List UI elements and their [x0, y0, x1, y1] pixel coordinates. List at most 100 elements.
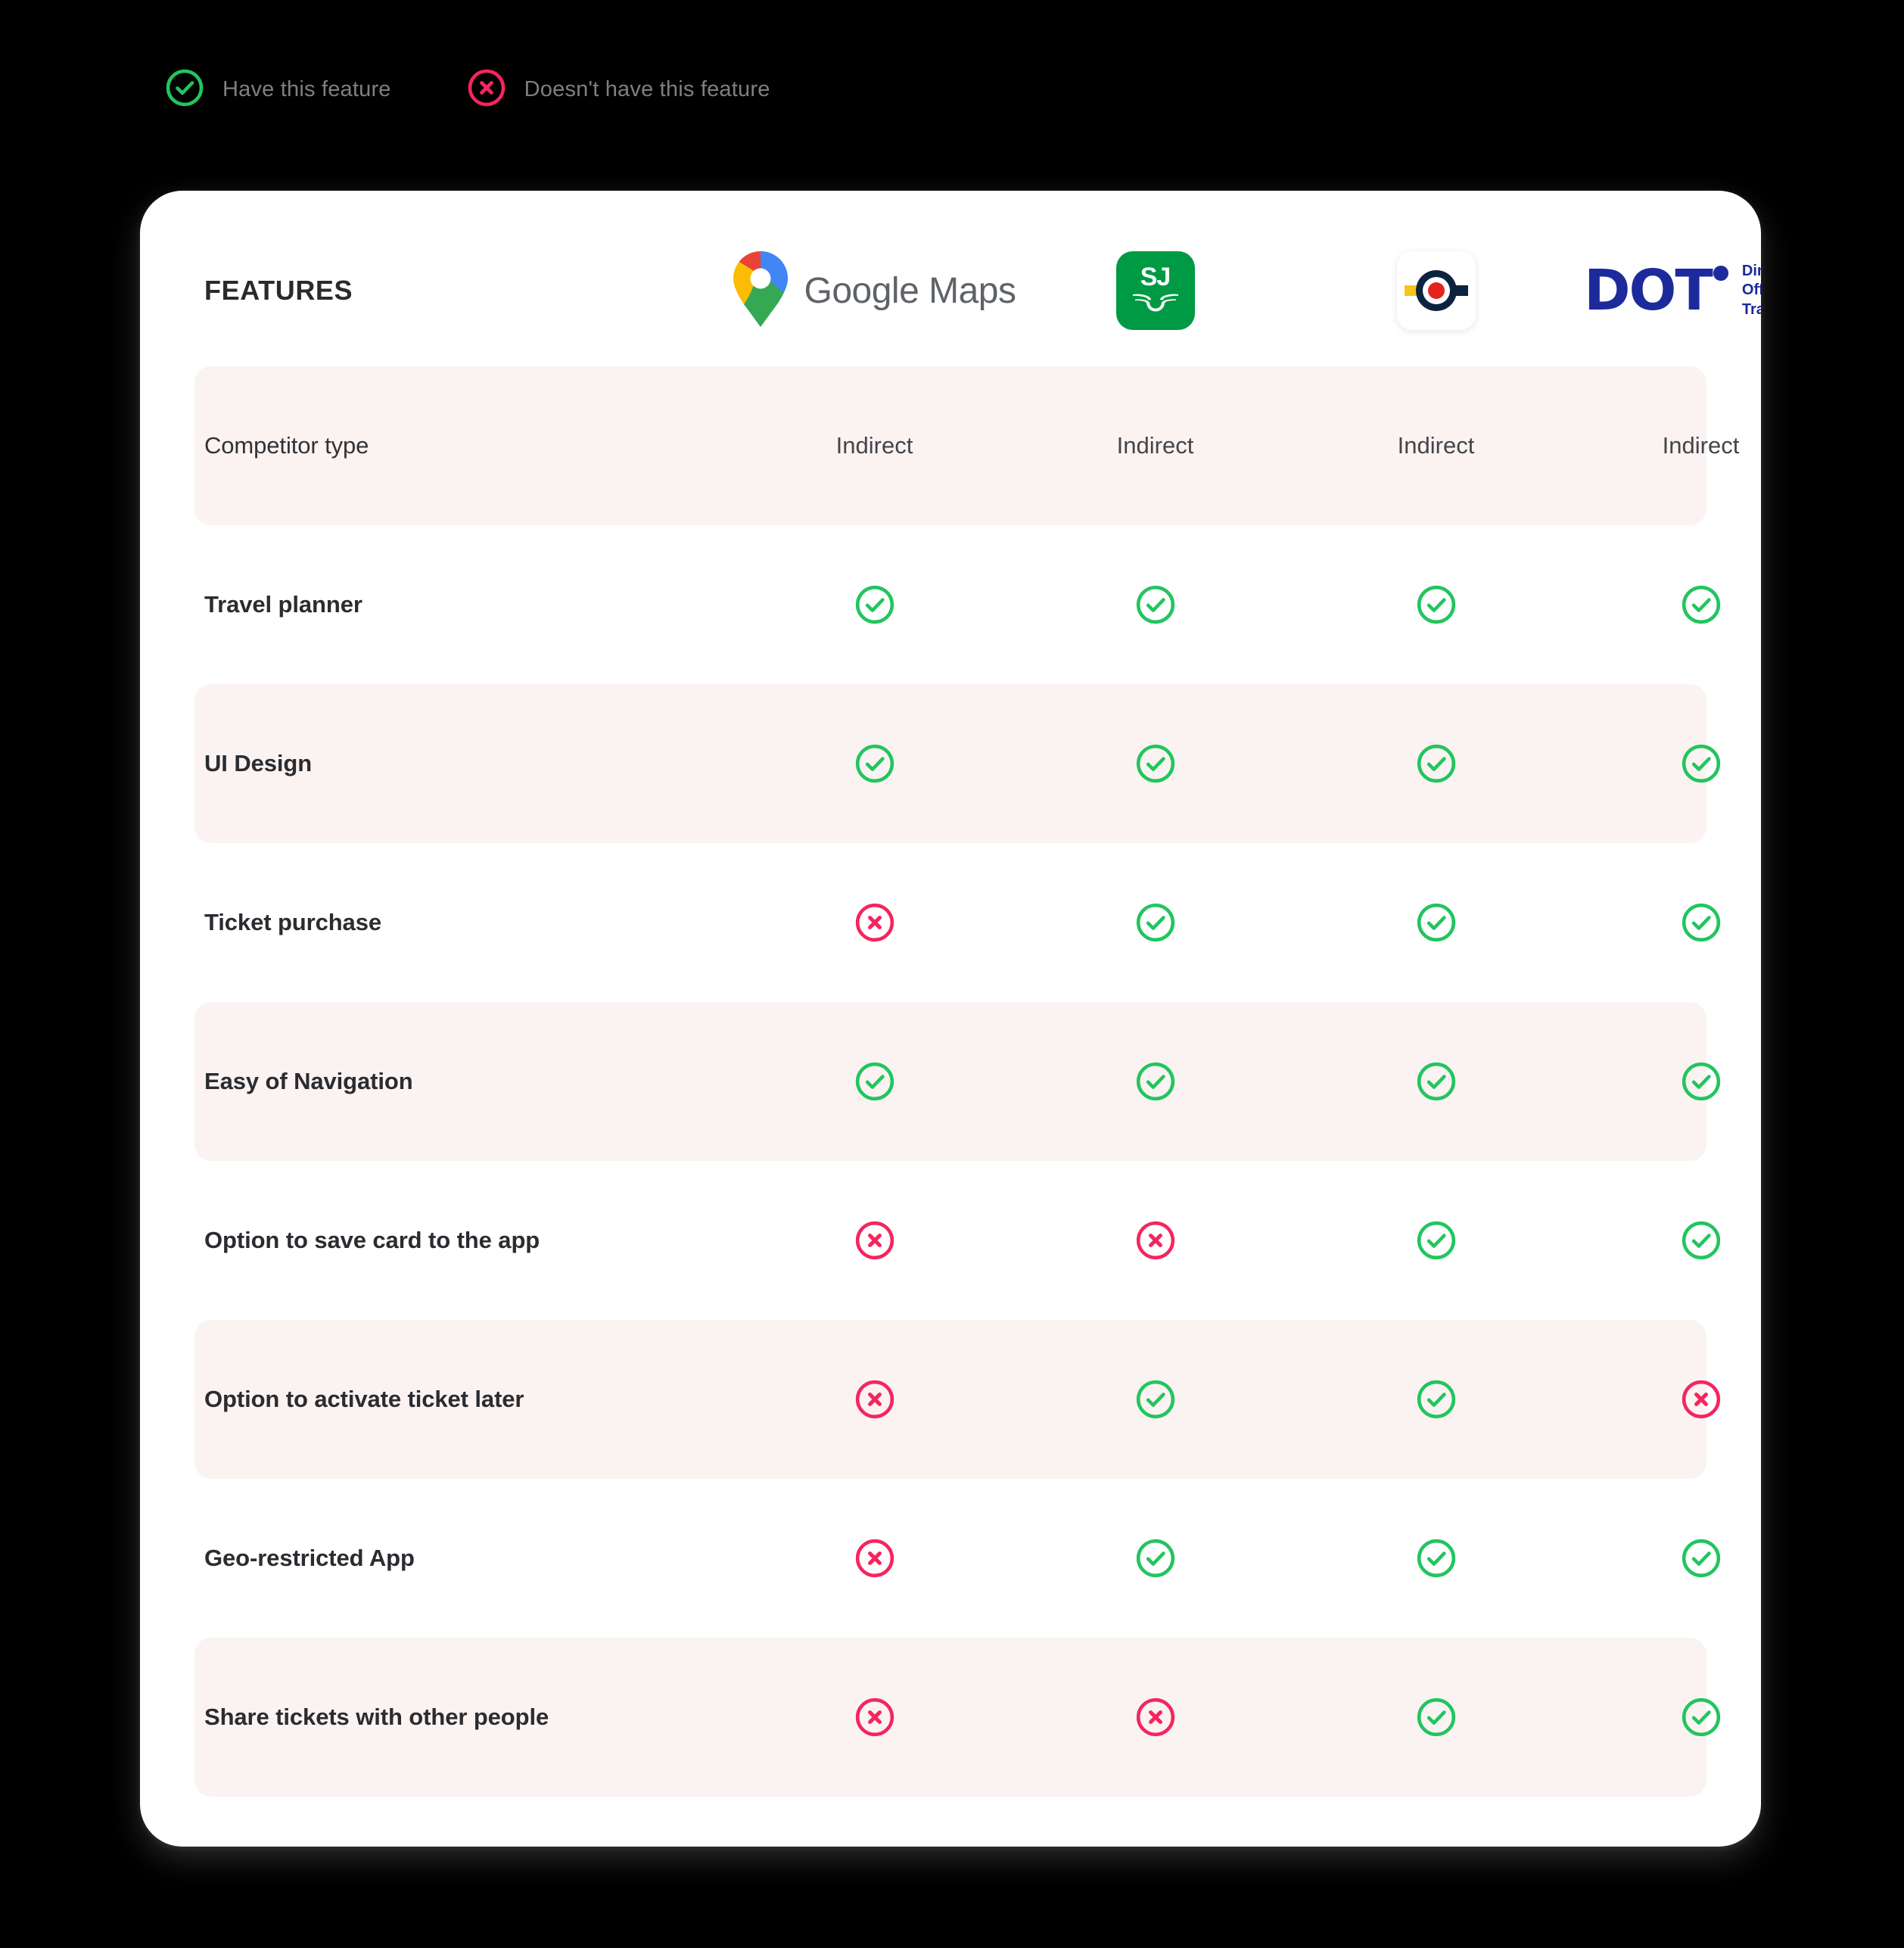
table-row: Option to save card to the app: [194, 1161, 1720, 1320]
cell-movia: [1296, 584, 1576, 625]
cell-google-maps: [734, 1538, 1015, 1579]
cross-circle-icon: [855, 1380, 894, 1419]
cell-google-maps: [734, 1220, 1015, 1261]
dot-accent-dot-icon: [1713, 266, 1728, 281]
cell-google-maps: [734, 1061, 1015, 1102]
cross-circle-icon: [1682, 1380, 1720, 1419]
check-circle-icon: [1682, 744, 1720, 783]
cell-sj: [1015, 1538, 1296, 1579]
row-label: UI Design: [204, 750, 313, 776]
check-circle-icon: [1417, 744, 1455, 783]
table-header-row: FEATURES Google Maps SJ DOT Di Of Tra: [140, 215, 1761, 366]
legend: Have this feature Doesn't have this feat…: [165, 68, 770, 111]
cell-google-maps: [734, 902, 1015, 943]
cross-circle-icon: [1136, 1221, 1174, 1260]
cell-value: Indirect: [835, 432, 913, 459]
table-row: Easy of Navigation: [194, 1002, 1720, 1161]
cell-google-maps: [734, 1379, 1015, 1420]
google-maps-wordmark: Google Maps: [804, 270, 1017, 312]
check-circle-icon: [855, 744, 894, 783]
check-circle-icon: [1417, 1380, 1455, 1419]
check-circle-icon: [1136, 585, 1174, 624]
cell-sj: [1015, 1220, 1296, 1261]
comparison-table-card: FEATURES Google Maps SJ DOT Di Of Tra Co…: [140, 191, 1761, 1847]
cell-sj: [1015, 743, 1296, 784]
legend-label-missing: Doesn't have this feature: [524, 77, 770, 101]
cell-dot: [1576, 584, 1761, 625]
row-label: Easy of Navigation: [204, 1068, 413, 1094]
cell-sj: [1015, 1697, 1296, 1738]
cell-sj: [1015, 1379, 1296, 1420]
sj-wing-icon: [1131, 291, 1180, 317]
row-label: Option to save card to the app: [204, 1227, 540, 1253]
check-circle-icon: [1682, 1221, 1720, 1260]
cell-dot: [1576, 1379, 1761, 1420]
row-label: Option to activate ticket later: [204, 1386, 524, 1412]
table-row: Option to activate ticket later: [194, 1320, 1720, 1479]
cell-value: Indirect: [1662, 432, 1740, 459]
features-column-title: FEATURES: [204, 275, 353, 306]
legend-item-have: Have this feature: [165, 68, 391, 111]
cell-movia: Indirect: [1296, 432, 1576, 459]
cell-value: Indirect: [1397, 432, 1475, 459]
google-maps-word-maps: Maps: [929, 270, 1016, 311]
brand-header-sj: SJ: [1015, 215, 1296, 366]
table-row: Competitor type Indirect Indirect Indirect I…: [194, 366, 1739, 525]
check-circle-icon: [1136, 1062, 1174, 1101]
cross-circle-icon: [467, 68, 506, 111]
check-circle-icon: [1136, 1380, 1174, 1419]
check-circle-icon: [855, 585, 894, 624]
sj-wordmark: SJ: [1140, 263, 1171, 291]
cell-google-maps: [734, 1697, 1015, 1738]
dot-tagline-line-3: Transport: [1741, 300, 1761, 318]
cell-sj: [1015, 1061, 1296, 1102]
row-label: Travel planner: [204, 591, 362, 618]
brand-header-google-maps: Google Maps: [733, 215, 1017, 366]
check-circle-icon: [1417, 1697, 1455, 1737]
table-row: Geo-restricted App: [194, 1479, 1720, 1638]
legend-item-missing: Doesn't have this feature: [467, 68, 770, 111]
dot-wordmark-text: DOT: [1584, 258, 1713, 323]
row-label: Share tickets with other people: [204, 1704, 549, 1730]
table-row: Ticket purchase: [194, 843, 1720, 1002]
cell-google-maps: [734, 584, 1015, 625]
cell-movia: [1296, 902, 1576, 943]
cell-movia: [1296, 1379, 1576, 1420]
check-circle-icon: [1417, 1539, 1455, 1578]
dot-tagline-line-1: Din: [1741, 262, 1761, 279]
cell-dot: [1576, 902, 1761, 943]
dot-wordmark: DOT: [1584, 263, 1728, 319]
cross-circle-icon: [855, 1697, 894, 1737]
check-circle-icon: [1417, 585, 1455, 624]
cell-movia: [1296, 1538, 1576, 1579]
cross-circle-icon: [855, 903, 894, 942]
cell-dot: [1576, 1220, 1761, 1261]
cross-circle-icon: [855, 1539, 894, 1578]
check-circle-icon: [1682, 1539, 1720, 1578]
sj-logo: SJ: [1115, 251, 1195, 330]
cell-sj: [1015, 584, 1296, 625]
check-circle-icon: [1417, 1062, 1455, 1101]
check-circle-icon: [1417, 903, 1455, 942]
cell-dot: Indirect: [1576, 432, 1761, 459]
check-circle-icon: [1682, 585, 1720, 624]
dot-tagline: Din Offenttlige Transport: [1742, 262, 1761, 320]
cell-movia: [1296, 743, 1576, 784]
cell-movia: [1296, 1061, 1576, 1102]
dot-tagline-line-2: Offenttlige: [1741, 282, 1761, 299]
cell-google-maps: Indirect: [734, 432, 1015, 459]
cell-sj: [1015, 902, 1296, 943]
check-circle-icon: [1136, 744, 1174, 783]
brand-header-dot: DOT Din Offenttlige Transport: [1576, 215, 1761, 366]
check-circle-icon: [1682, 1697, 1720, 1737]
cell-sj: Indirect: [1015, 432, 1296, 459]
cross-circle-icon: [855, 1221, 894, 1260]
brand-header-movia: [1296, 215, 1576, 366]
cell-dot: [1576, 1538, 1761, 1579]
table-row: Travel planner: [194, 525, 1720, 684]
row-label: Competitor type: [204, 432, 369, 459]
check-circle-icon: [1417, 1221, 1455, 1260]
table-row: Travel Notifications: [194, 1797, 1706, 1847]
google-maps-word-google: Google: [804, 270, 919, 311]
table-row: UI Design: [194, 684, 1720, 843]
